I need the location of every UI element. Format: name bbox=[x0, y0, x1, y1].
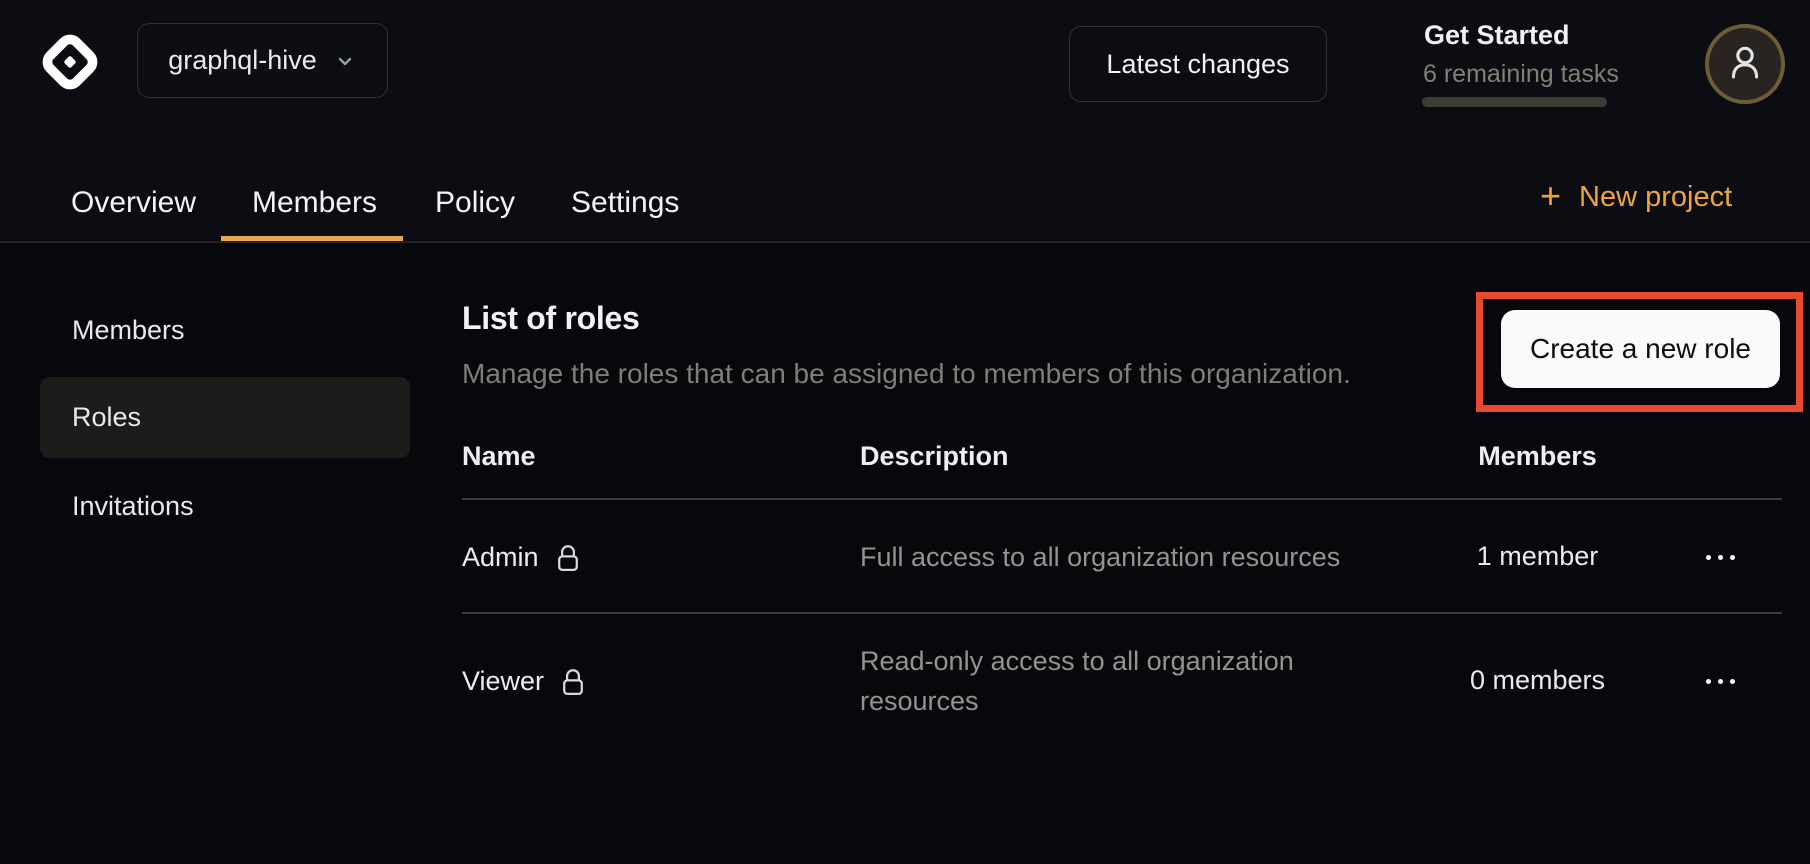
column-header-members: Members bbox=[1420, 441, 1655, 472]
tab-overview[interactable]: Overview bbox=[71, 186, 196, 220]
sidebar-item-invitations[interactable]: Invitations bbox=[40, 466, 410, 547]
column-header-name: Name bbox=[462, 441, 536, 472]
new-project-button[interactable]: + New project bbox=[1540, 176, 1732, 218]
user-avatar[interactable] bbox=[1705, 24, 1785, 104]
role-name: Admin bbox=[462, 542, 539, 573]
table-divider bbox=[462, 498, 1782, 500]
row-actions-ellipsis-icon[interactable] bbox=[1690, 535, 1750, 579]
role-description: Read-only access to all organization res… bbox=[860, 641, 1360, 721]
role-name: Viewer bbox=[462, 666, 544, 697]
chevron-down-icon bbox=[333, 49, 357, 73]
role-member-count: 0 members bbox=[1420, 665, 1655, 696]
lock-icon bbox=[555, 543, 581, 573]
role-member-count: 1 member bbox=[1420, 541, 1655, 572]
sidebar-item-members[interactable]: Members bbox=[40, 290, 410, 371]
organization-members-page: graphql-hive Latest changes Get Started … bbox=[0, 0, 1810, 864]
get-started-subtitle: 6 remaining tasks bbox=[1423, 60, 1619, 89]
table-divider bbox=[462, 612, 1782, 614]
hive-logo-icon[interactable] bbox=[37, 28, 103, 95]
page-subtitle: Manage the roles that can be assigned to… bbox=[462, 358, 1351, 390]
role-description: Full access to all organization resource… bbox=[860, 537, 1360, 577]
sidebar-item-label: Invitations bbox=[72, 491, 194, 522]
page-title: List of roles bbox=[462, 300, 639, 337]
organization-name: graphql-hive bbox=[168, 45, 317, 76]
sidebar-item-roles[interactable]: Roles bbox=[40, 377, 410, 458]
tab-policy[interactable]: Policy bbox=[435, 186, 515, 220]
latest-changes-label: Latest changes bbox=[1106, 49, 1289, 80]
tab-bar-divider bbox=[0, 241, 1810, 243]
sidebar-item-label: Roles bbox=[72, 402, 141, 433]
row-actions-ellipsis-icon[interactable] bbox=[1690, 659, 1750, 703]
active-tab-underline bbox=[221, 236, 403, 241]
role-name-cell: Admin bbox=[462, 541, 581, 573]
tab-settings[interactable]: Settings bbox=[571, 186, 679, 220]
get-started-progress-bar bbox=[1422, 97, 1607, 107]
tab-members[interactable]: Members bbox=[252, 186, 377, 220]
user-icon bbox=[1724, 41, 1766, 88]
lock-icon bbox=[560, 667, 586, 697]
get-started-title[interactable]: Get Started bbox=[1424, 20, 1570, 51]
sidebar-item-label: Members bbox=[72, 315, 185, 346]
role-name-cell: Viewer bbox=[462, 665, 586, 697]
plus-icon: + bbox=[1540, 178, 1561, 214]
new-project-label: New project bbox=[1579, 181, 1732, 214]
latest-changes-button[interactable]: Latest changes bbox=[1069, 26, 1327, 102]
organization-selector[interactable]: graphql-hive bbox=[137, 23, 388, 98]
column-header-description: Description bbox=[860, 441, 1009, 472]
create-new-role-button[interactable]: Create a new role bbox=[1501, 310, 1780, 388]
create-new-role-label: Create a new role bbox=[1530, 333, 1751, 365]
